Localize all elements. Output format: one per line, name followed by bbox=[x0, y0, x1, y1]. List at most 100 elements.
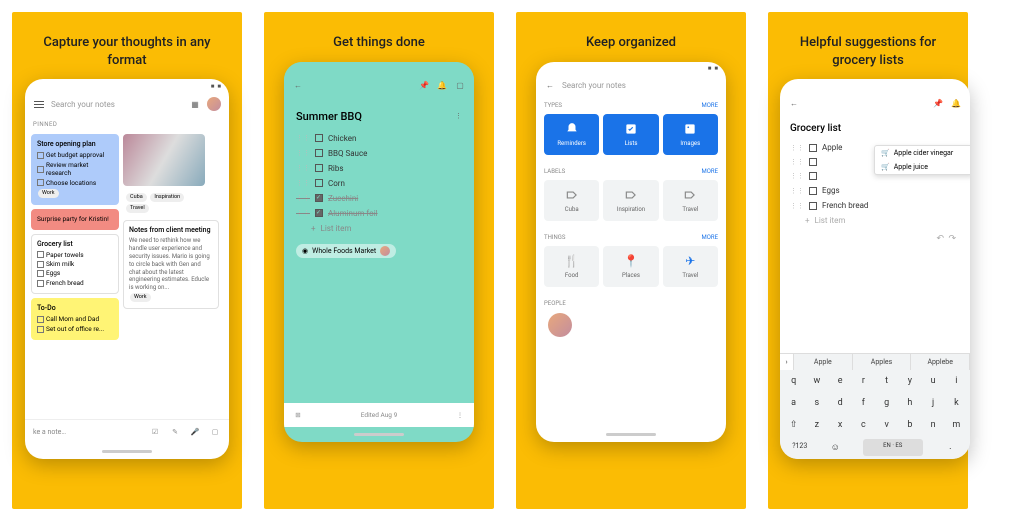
pin-icon[interactable]: 📌 bbox=[418, 80, 430, 92]
key[interactable]: z bbox=[809, 417, 825, 433]
brush-icon[interactable]: ✎ bbox=[169, 426, 181, 438]
kbd-suggestion[interactable]: Apples bbox=[853, 354, 912, 370]
key[interactable]: g bbox=[879, 395, 895, 411]
pin-icon[interactable]: 📌 bbox=[932, 97, 944, 109]
search-input[interactable]: Search your notes bbox=[51, 100, 183, 109]
key[interactable]: y bbox=[902, 373, 918, 389]
back-icon[interactable]: ← bbox=[788, 97, 800, 109]
add-icon[interactable]: ⊞ bbox=[292, 409, 304, 421]
note-title[interactable]: Summer BBQ bbox=[296, 110, 362, 123]
list-item[interactable]: ⋮⋮French bread bbox=[790, 198, 960, 213]
key[interactable]: c bbox=[855, 417, 871, 433]
note-image[interactable] bbox=[123, 134, 205, 186]
note-grocery[interactable]: Grocery list Paper towels Skim milk Eggs… bbox=[31, 234, 119, 295]
emoji-key[interactable]: ☺ bbox=[827, 439, 843, 456]
checklist-item[interactable]: Eggs bbox=[37, 269, 113, 277]
kbd-suggestion[interactable]: Apple bbox=[794, 354, 853, 370]
expand-icon[interactable]: › bbox=[780, 354, 794, 370]
note-title: Grocery list bbox=[37, 240, 113, 249]
add-list-item[interactable]: +List item bbox=[296, 221, 462, 236]
more-link[interactable]: MORE bbox=[702, 168, 718, 175]
list-item[interactable]: ⋮⋮Eggs bbox=[790, 183, 960, 198]
mic-icon[interactable]: 🎤 bbox=[189, 426, 201, 438]
key[interactable]: j bbox=[925, 395, 941, 411]
checklist-item[interactable]: Choose locations bbox=[37, 179, 113, 187]
key[interactable]: w bbox=[809, 373, 825, 389]
avatar[interactable] bbox=[207, 97, 221, 111]
thing-places[interactable]: 📍Places bbox=[603, 246, 658, 287]
label-inspiration[interactable]: Inspiration bbox=[603, 180, 658, 221]
checklist-item[interactable]: French bread bbox=[37, 279, 113, 287]
suggestion[interactable]: 🛒Apple cider vinegar bbox=[875, 146, 970, 160]
reminder-icon[interactable]: 🔔 bbox=[436, 80, 448, 92]
reminder-icon[interactable]: 🔔 bbox=[950, 97, 962, 109]
key[interactable]: i bbox=[948, 373, 964, 389]
key[interactable]: s bbox=[809, 395, 825, 411]
note-todo[interactable]: To-Do Call Mom and Dad Set out of office… bbox=[31, 298, 119, 340]
language-key[interactable]: EN · ES bbox=[863, 439, 923, 456]
key[interactable]: t bbox=[879, 373, 895, 389]
symbols-key[interactable]: ?123 bbox=[792, 439, 808, 456]
key[interactable]: v bbox=[879, 417, 895, 433]
image-icon[interactable]: ▢ bbox=[209, 426, 221, 438]
key[interactable]: u bbox=[925, 373, 941, 389]
thing-food[interactable]: 🍴Food bbox=[544, 246, 599, 287]
back-icon[interactable]: ← bbox=[544, 80, 556, 92]
note-client[interactable]: Notes from client meeting We need to ret… bbox=[123, 220, 219, 309]
location-chip[interactable]: ◉Whole Foods Market bbox=[296, 244, 396, 258]
label-cuba[interactable]: Cuba bbox=[544, 180, 599, 221]
grid-view-icon[interactable]: ▦ bbox=[189, 98, 201, 110]
key[interactable]: b bbox=[902, 417, 918, 433]
note-store-plan[interactable]: Store opening plan Get budget approval R… bbox=[31, 134, 119, 205]
list-item-done[interactable]: ⋮⋮Zucchini bbox=[296, 191, 462, 206]
checklist-item[interactable]: Skim milk bbox=[37, 260, 113, 268]
checklist-item[interactable]: Call Mom and Dad bbox=[37, 315, 113, 323]
kbd-suggestion[interactable]: Applebe bbox=[911, 354, 970, 370]
suggestion[interactable]: 🛒Apple juice bbox=[875, 160, 970, 174]
menu-icon[interactable] bbox=[33, 98, 45, 110]
search-input[interactable]: Search your notes bbox=[562, 81, 718, 90]
key[interactable]: e bbox=[832, 373, 848, 389]
edited-label: Edited Aug 9 bbox=[304, 411, 454, 419]
key[interactable]: a bbox=[786, 395, 802, 411]
thing-travel[interactable]: ✈Travel bbox=[663, 246, 718, 287]
add-list-item[interactable]: +List item bbox=[790, 213, 960, 228]
key[interactable]: d bbox=[832, 395, 848, 411]
key[interactable]: h bbox=[902, 395, 918, 411]
undo-icon[interactable]: ↶ bbox=[936, 234, 944, 244]
key[interactable]: m bbox=[948, 417, 964, 433]
shift-key[interactable]: ⇧ bbox=[786, 417, 802, 433]
checkbox-icon[interactable]: ☑ bbox=[149, 426, 161, 438]
label-travel[interactable]: Travel bbox=[663, 180, 718, 221]
more-icon[interactable]: ⋮ bbox=[455, 112, 462, 120]
type-reminders[interactable]: Reminders bbox=[544, 114, 599, 155]
more-link[interactable]: MORE bbox=[702, 102, 718, 109]
list-item[interactable]: ⋮⋮Corn bbox=[296, 176, 462, 191]
type-images[interactable]: Images bbox=[663, 114, 718, 155]
list-item[interactable]: ⋮⋮Ribs bbox=[296, 161, 462, 176]
redo-icon[interactable]: ↷ bbox=[948, 234, 956, 244]
note-surprise[interactable]: Surprise party for Kristin! bbox=[31, 209, 119, 229]
take-note[interactable]: ke a note… bbox=[33, 428, 141, 436]
more-icon[interactable]: ⋮ bbox=[454, 409, 466, 421]
key[interactable]: k bbox=[948, 395, 964, 411]
key[interactable]: f bbox=[855, 395, 871, 411]
archive-icon[interactable]: ▢ bbox=[454, 80, 466, 92]
note-title[interactable]: Grocery list bbox=[790, 123, 960, 134]
more-link[interactable]: MORE bbox=[702, 234, 718, 241]
key[interactable]: r bbox=[855, 373, 871, 389]
key[interactable]: q bbox=[786, 373, 802, 389]
key[interactable]: n bbox=[925, 417, 941, 433]
checklist-item[interactable]: Review market research bbox=[37, 161, 113, 178]
list-item[interactable]: ⋮⋮BBQ Sauce bbox=[296, 146, 462, 161]
list-item[interactable]: ⋮⋮Chicken bbox=[296, 131, 462, 146]
key[interactable]: x bbox=[832, 417, 848, 433]
period-key[interactable]: . bbox=[942, 439, 958, 456]
list-item-done[interactable]: ⋮⋮Aluminum foil bbox=[296, 206, 462, 221]
type-lists[interactable]: Lists bbox=[603, 114, 658, 155]
checklist-item[interactable]: Paper towels bbox=[37, 251, 113, 259]
checklist-item[interactable]: Set out of office re... bbox=[37, 325, 113, 333]
back-icon[interactable]: ← bbox=[292, 80, 304, 92]
checklist-item[interactable]: Get budget approval bbox=[37, 151, 113, 159]
person-avatar[interactable] bbox=[548, 313, 572, 337]
